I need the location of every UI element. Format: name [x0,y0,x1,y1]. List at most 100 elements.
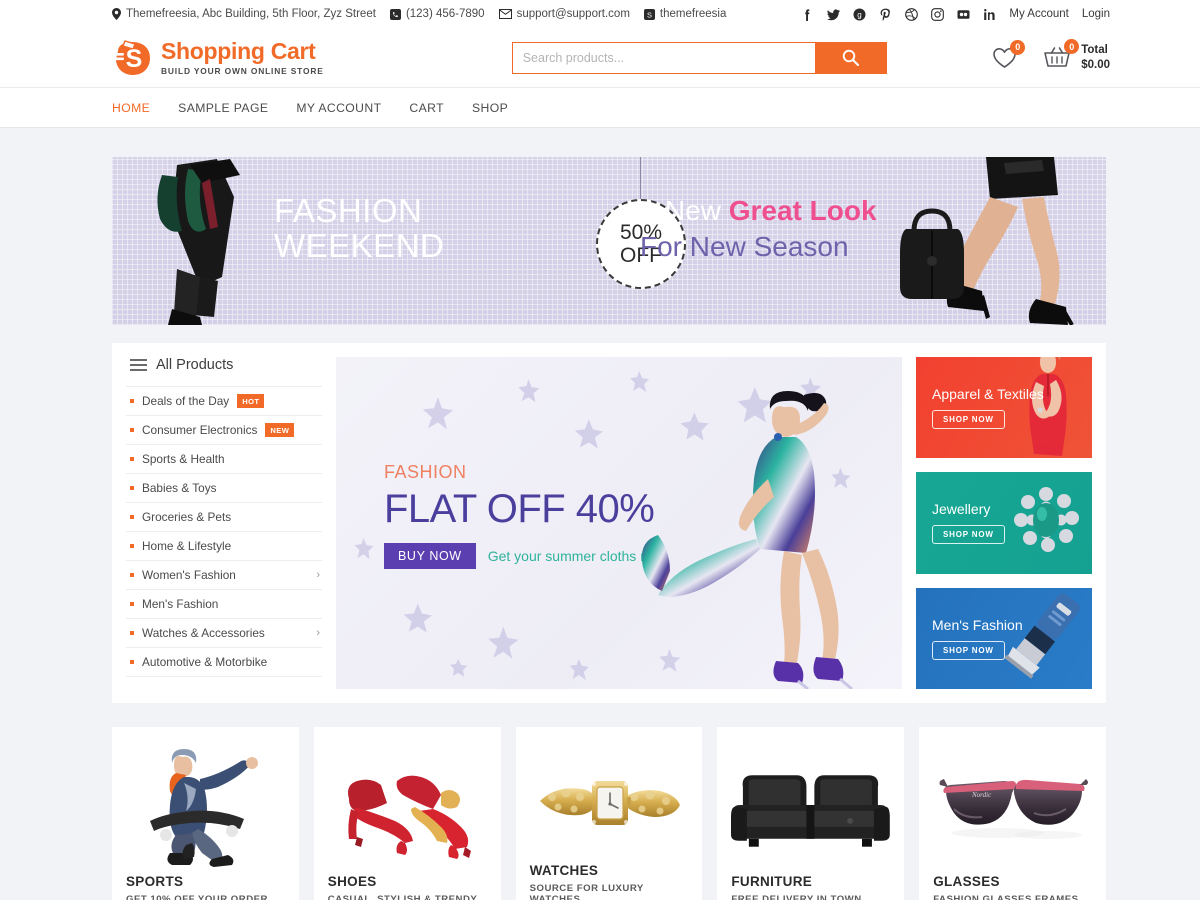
nav-item-cart[interactable]: CART [409,101,444,115]
skype-text: themefreesia [659,8,727,20]
product-card-title: SHOES [327,874,377,889]
flickr-icon[interactable] [957,8,970,21]
address-item: Themefreesia, Abc Building, 5th Floor, Z… [112,8,376,20]
product-card-title: WATCHES [529,863,599,878]
cart-count-badge: 0 [1064,39,1080,54]
sidebar-item-automotive-motorbike[interactable]: Automotive & Motorbike [126,647,322,677]
sidebar-item-womens-fashion[interactable]: Women's Fashion › [126,560,322,589]
gold-watch-image [539,781,680,825]
hero-section: FASHION WEEKEND 50% OFF A New Great Look… [0,128,1200,325]
sidebar-item-mens-fashion[interactable]: Men's Fashion [126,589,322,618]
promo-headline: FLAT OFF 40% [384,487,655,531]
hair-clipper-image [1004,593,1080,679]
cart-group[interactable]: 0 Total $0.00 [1043,39,1110,73]
wishlist-button[interactable]: 0 [992,39,1026,69]
sidebar-item-deals-of-the-day[interactable]: Deals of the Day HOT [126,386,322,415]
promo-slider[interactable]: FASHION FLAT OFF 40% BUY NOW Get your su… [336,357,902,689]
nav-item-shop[interactable]: SHOP [472,101,508,115]
sidebar-item-label: Home & Lifestyle [142,539,232,553]
black-sofa-image [731,774,891,847]
product-card-glasses[interactable]: Nordic GLASSES FASHION GLASSES FRAMES [919,727,1106,900]
bullet-icon [130,660,134,664]
site-header: S Shopping Cart BUILD YOUR OWN ONLINE ST… [0,28,1200,88]
bullet-icon [130,515,134,519]
search-input[interactable] [512,42,815,73]
product-image-wrap [126,741,285,874]
new-badge: NEW [265,423,295,437]
sidebar-item-groceries-pets[interactable]: Groceries & Pets [126,502,322,531]
search-button[interactable] [814,42,886,73]
red-dress-model-image [1029,357,1067,457]
sidebar-item-watches-accessories[interactable]: Watches & Accessories › [126,618,322,647]
hero-right-line1-a: A New [640,195,729,226]
hamburger-menu-icon [130,359,147,371]
sidebar-item-label: Automotive & Motorbike [142,655,268,669]
sidebar-item-label: Sports & Health [142,452,225,466]
shop-now-button[interactable]: SHOP NOW [932,640,1005,660]
cart-total-amount: $0.00 [1081,58,1110,71]
sidebar-item-babies-toys[interactable]: Babies & Toys [126,473,322,502]
product-cards-row: SPORTS GET 10% OFF YOUR ORDER SHOES CASU… [0,703,1200,900]
product-image-wrap [328,741,487,874]
shop-now-button[interactable]: SHOP NOW [932,410,1005,430]
cart-total: Total $0.00 [1081,43,1110,73]
category-card-apparel[interactable]: Apparel & Textiles SHOP NOW [916,357,1092,459]
dribbble-icon[interactable] [905,7,919,21]
sidebar-item-label: Groceries & Pets [142,510,232,524]
phone-item[interactable]: (123) 456-7890 [389,8,485,20]
hero-banner[interactable]: FASHION WEEKEND 50% OFF A New Great Look… [112,157,1106,325]
nav-item-home[interactable]: HOME [112,101,150,115]
linkedin-icon[interactable] [983,8,996,21]
product-card-subtitle: FASHION GLASSES FRAMES [933,894,1079,900]
product-image-wrap [731,741,891,874]
category-card-title: Apparel & Textiles [932,386,1044,403]
product-card-sports[interactable]: SPORTS GET 10% OFF YOUR ORDER [112,727,299,900]
hero-right-line1-b: Great Look [728,195,877,226]
site-logo[interactable]: S Shopping Cart BUILD YOUR OWN ONLINE ST… [112,37,324,79]
promo-eyebrow: FASHION [384,462,467,482]
category-card-mens-fashion[interactable]: Men's Fashion SHOP NOW [916,587,1092,689]
instagram-icon[interactable] [931,7,945,21]
sidebar-item-home-lifestyle[interactable]: Home & Lifestyle [126,531,322,560]
buy-now-button[interactable]: BUY NOW [384,543,476,569]
product-card-title: SPORTS [126,874,184,889]
svg-text:g: g [858,10,862,19]
product-card-shoes[interactable]: SHOES CASUAL, STYLISH & TRENDY [313,727,501,900]
facebook-icon[interactable] [801,8,814,21]
nav-item-my-account[interactable]: MY ACCOUNT [296,101,381,115]
pinterest-icon[interactable] [879,8,892,21]
middle-panel: All Products Deals of the Day HOT Consum… [112,343,1106,703]
hero-right-line1: A New Great Look [640,195,877,227]
fashion-dress-model-image [641,391,853,689]
address-text: Themefreesia, Abc Building, 5th Floor, Z… [126,8,376,20]
skype-item[interactable]: S themefreesia [643,8,727,20]
bullet-icon [130,457,134,461]
product-image-wrap: Nordic [933,741,1092,874]
sidebar-heading[interactable]: All Products [126,357,322,386]
product-card-watches[interactable]: WATCHES SOURCE FOR LUXURY WATCHES [515,727,703,900]
shopping-bag-logo-icon: S [112,37,154,79]
shop-now-button[interactable]: SHOP NOW [932,525,1005,545]
sidebar-item-sports-health[interactable]: Sports & Health [126,444,322,473]
sidebar-item-consumer-electronics[interactable]: Consumer Electronics NEW [126,415,322,444]
twitter-icon[interactable] [827,8,841,21]
nav-item-sample-page[interactable]: SAMPLE PAGE [178,101,268,115]
gemstone-ring-image [1014,486,1079,552]
my-account-link[interactable]: My Account [1009,8,1068,20]
google-plus-icon[interactable]: g [853,8,866,21]
topbar: Themefreesia, Abc Building, 5th Floor, Z… [0,0,1200,28]
hero-left-line2: WEEKEND [274,227,445,265]
hero-right-text: A New Great Look For New Season [640,195,877,263]
hero-right-line2: For New Season [640,231,849,263]
category-card-jewellery[interactable]: Jewellery SHOP NOW [916,472,1092,574]
cart-button[interactable]: 0 [1043,39,1080,69]
bullet-icon [130,602,134,606]
category-card-title: Men's Fashion [932,616,1023,633]
product-card-furniture[interactable]: FURNITURE FREE DELIVERY IN TOWN [717,727,905,900]
sidebar-item-label: Babies & Toys [142,481,217,495]
svg-text:S: S [647,10,652,19]
bullet-icon [130,428,134,432]
login-link[interactable]: Login [1082,8,1110,20]
email-item[interactable]: support@support.com [498,8,630,20]
sidebar-item-label: Consumer Electronics [142,423,258,437]
